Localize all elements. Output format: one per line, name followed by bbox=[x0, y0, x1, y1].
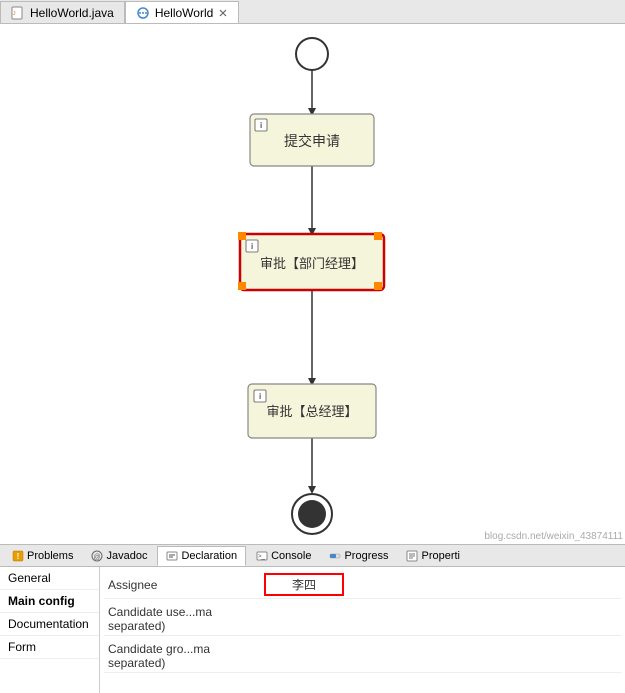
svg-text:i: i bbox=[260, 121, 262, 130]
candidate-groups-value[interactable] bbox=[264, 654, 621, 658]
svg-text:i: i bbox=[251, 242, 253, 251]
assignee-label: Assignee bbox=[104, 578, 264, 592]
tab-declaration-label: Declaration bbox=[181, 550, 237, 562]
warning-icon: ! bbox=[12, 550, 24, 562]
assignee-value[interactable]: 李四 bbox=[264, 573, 344, 596]
bottom-content: General Main config Documentation Form A… bbox=[0, 567, 625, 693]
declaration-icon bbox=[166, 550, 178, 562]
tab-progress[interactable]: Progress bbox=[321, 546, 396, 566]
bottom-tab-bar: ! Problems @ Javadoc Declaration >_ bbox=[0, 545, 625, 567]
candidate-groups-label: Candidate gro...ma separated) bbox=[104, 642, 264, 670]
properties-icon bbox=[406, 550, 418, 562]
tab-console-label: Console bbox=[271, 550, 311, 562]
console-icon: >_ bbox=[256, 550, 268, 562]
tab-properties-label: Properti bbox=[421, 550, 460, 562]
java-file-icon: J bbox=[11, 6, 25, 20]
tab-bar: J HelloWorld.java HelloWorld bbox=[0, 0, 625, 24]
diagram-icon bbox=[136, 6, 150, 20]
tab-console[interactable]: >_ Console bbox=[248, 546, 319, 566]
right-panel: Assignee 李四 Candidate use...ma separated… bbox=[100, 567, 625, 693]
left-item-documentation[interactable]: Documentation bbox=[0, 613, 99, 636]
tab-properties[interactable]: Properti bbox=[398, 546, 468, 566]
property-row-candidate-users: Candidate use...ma separated) bbox=[104, 603, 621, 636]
progress-icon bbox=[329, 550, 341, 562]
left-item-form[interactable]: Form bbox=[0, 636, 99, 659]
left-item-mainconfig[interactable]: Main config bbox=[0, 590, 99, 613]
diagram-area[interactable]: i 提交申请 i 审批【部门经理】 i 审批【总经理】 blog.csdn.ne… bbox=[0, 24, 625, 544]
tab-declaration[interactable]: Declaration bbox=[157, 546, 246, 566]
candidate-users-label: Candidate use...ma separated) bbox=[104, 605, 264, 633]
left-item-general[interactable]: General bbox=[0, 567, 99, 590]
tab-javadoc-label: Javadoc bbox=[106, 550, 147, 562]
workflow-diagram: i 提交申请 i 审批【部门经理】 i 审批【总经理】 bbox=[0, 24, 625, 544]
svg-text:审批【部门经理】: 审批【部门经理】 bbox=[260, 256, 364, 271]
tab-helloworldjava-label: HelloWorld.java bbox=[30, 6, 114, 20]
tab-javadoc[interactable]: @ Javadoc bbox=[83, 546, 155, 566]
svg-text:>_: >_ bbox=[258, 554, 266, 560]
candidate-users-value[interactable] bbox=[264, 617, 621, 621]
svg-text:审批【总经理】: 审批【总经理】 bbox=[266, 404, 357, 419]
watermark: blog.csdn.net/weixin_43874111 bbox=[484, 531, 623, 542]
tab-problems[interactable]: ! Problems bbox=[4, 546, 81, 566]
property-row-candidate-groups: Candidate gro...ma separated) bbox=[104, 640, 621, 673]
svg-text:i: i bbox=[259, 392, 261, 401]
tab-helloworldjava[interactable]: J HelloWorld.java bbox=[0, 1, 125, 23]
tab-progress-label: Progress bbox=[344, 550, 388, 562]
bottom-panel: ! Problems @ Javadoc Declaration >_ bbox=[0, 544, 625, 693]
property-row-assignee: Assignee 李四 bbox=[104, 571, 621, 599]
tab-problems-label: Problems bbox=[27, 550, 73, 562]
svg-text:@: @ bbox=[94, 554, 101, 561]
svg-text:提交申请: 提交申请 bbox=[284, 133, 340, 150]
close-icon[interactable] bbox=[218, 8, 228, 18]
tab-helloworld-label: HelloWorld bbox=[155, 6, 213, 20]
svg-text:!: ! bbox=[17, 552, 20, 561]
javadoc-icon: @ bbox=[91, 550, 103, 562]
left-panel: General Main config Documentation Form bbox=[0, 567, 100, 693]
tab-helloworld[interactable]: HelloWorld bbox=[125, 1, 239, 23]
